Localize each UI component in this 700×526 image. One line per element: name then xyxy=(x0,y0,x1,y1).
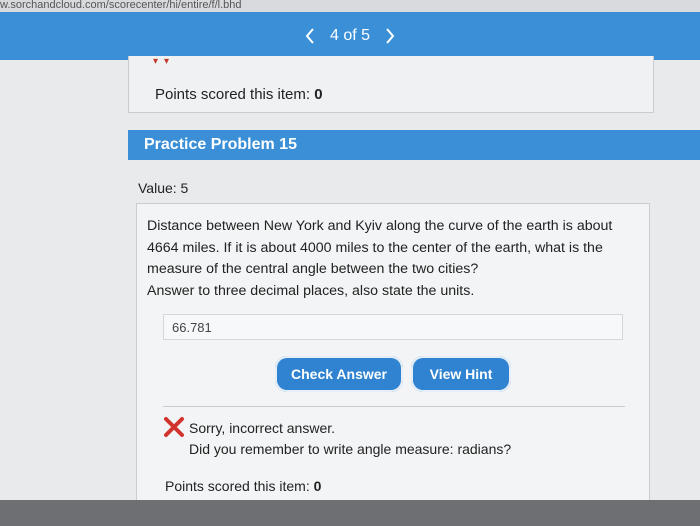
previous-points-value: 0 xyxy=(314,86,323,103)
x-mark-icon xyxy=(163,416,185,438)
feedback-text: Sorry, incorrect answer. xyxy=(189,420,336,436)
partial-red-marks: ▾▾ xyxy=(153,56,176,67)
previous-points-label: Points scored this item: xyxy=(155,86,315,103)
answer-input[interactable] xyxy=(163,314,623,340)
check-answer-button[interactable]: Check Answer xyxy=(275,356,403,392)
problem-instruction: Answer to three decimal places, also sta… xyxy=(147,282,475,299)
problem-value: Value: 5 xyxy=(138,180,189,196)
problem-box: Distance between New York and Kyiv along… xyxy=(136,203,650,503)
previous-points: Points scored this item: 0 xyxy=(155,86,323,103)
view-hint-button[interactable]: View Hint xyxy=(411,356,511,392)
chevron-right-icon[interactable] xyxy=(384,27,396,45)
item-pager: 4 of 5 xyxy=(0,12,700,60)
pager-position: 4 of 5 xyxy=(329,27,371,44)
problem-text: Distance between New York and Kyiv along… xyxy=(147,216,627,302)
result-points-value: 0 xyxy=(313,478,322,494)
problem-statement: Distance between New York and Kyiv along… xyxy=(147,218,613,277)
result-points-label: Points scored this item: xyxy=(165,478,314,494)
chevron-left-icon[interactable] xyxy=(304,27,316,45)
previous-item-card: ▾▾ Points scored this item: 0 xyxy=(128,56,654,113)
problem-title: Practice Problem 15 xyxy=(128,130,700,160)
feedback-message: Sorry, incorrect answer. Did you remembe… xyxy=(163,416,512,460)
bottom-bar xyxy=(0,500,700,526)
feedback-hint: Did you remember to write angle measure:… xyxy=(189,441,512,457)
divider xyxy=(163,406,625,407)
result-points: Points scored this item: 0 xyxy=(165,478,321,494)
